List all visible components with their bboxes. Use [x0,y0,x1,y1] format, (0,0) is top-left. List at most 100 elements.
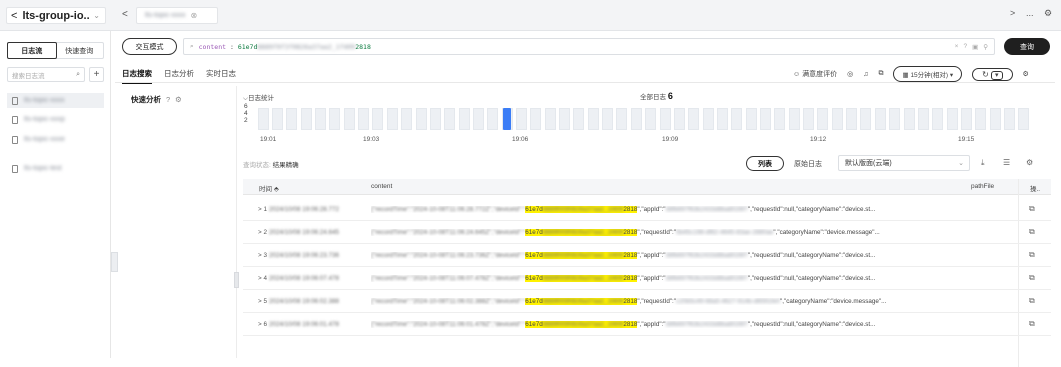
tab-quick-query[interactable]: 快速查询 [56,43,104,58]
x-tick: 19:15 [958,136,975,143]
row-action-icon[interactable]: ⧉ [1029,273,1035,283]
column-header-content[interactable]: content [371,183,392,190]
histogram-slot [989,108,1001,130]
match-hidden: 8889f0f3f0826a37aa2_1f409 [542,321,624,328]
histogram-slot [788,108,800,130]
sidebar-collapse-handle[interactable] [111,252,118,272]
row-action-icon[interactable]: ⧉ [1029,296,1035,306]
histogram-total: 全部日志 6 [640,91,673,101]
time-range-select[interactable]: ▦ 15分钟(相对) ▾ [893,66,963,82]
row-content[interactable]: {"recordTime":"2024-10-08T11:06:07.478Z"… [371,275,966,282]
caret-icon: ▾ [949,72,954,79]
row-action-icon[interactable]: ⧉ [1029,204,1035,214]
histogram-slot [960,108,972,130]
raw-log-button[interactable]: 原始日志 [788,156,828,171]
nav-next-icon[interactable]: > [1010,8,1015,18]
settings-icon[interactable]: ⚙ [175,95,182,104]
row-content-prefix: {"recordTime":"2024-10-08T11:06:02.388Z"… [371,298,526,305]
layout-select[interactable]: 默认版面(云端) ⌄ [838,155,970,171]
expand-icon[interactable]: ⧉ [878,70,883,78]
stream-search-input[interactable]: 搜索日志流 ⌕ [7,67,85,82]
query-keyword: content [198,42,227,51]
save-icon[interactable]: ▣ [972,43,978,51]
close-icon[interactable]: ⊗ [190,11,197,20]
histogram-slot [516,108,527,130]
highlight-match: 61e7d8889f0f3f0826a37aa2_1f4092818 [525,206,638,213]
row-time: 2024/10/08 19:06:07.478 [269,275,340,282]
row-index: 2 [263,229,267,236]
refresh-dropdown-icon[interactable]: ▾ [991,70,1003,80]
table-row[interactable]: > 2 2024/10/08 19:06:24.645 {"recordTime":… [243,221,1051,244]
bell-icon[interactable]: ♫ [863,71,868,78]
refresh-button[interactable]: ↻ ▾ [972,67,1013,81]
row-expand-toggle[interactable]: > 2 [258,229,267,236]
nav-back-icon[interactable]: < [122,9,128,20]
row-action-icon[interactable]: ⧉ [1029,250,1035,260]
row-content[interactable]: {"recordTime":"2024-10-08T11:06:02.388Z"… [371,298,966,305]
panel-collapse-handle[interactable] [234,272,239,288]
stream-label: lts-topic-xxxp [24,116,65,123]
settings-icon[interactable]: ⚙ [1023,70,1029,78]
row-content-tail: ","requestId":null,"categoryName":"devic… [747,206,876,213]
sidebar-stream-item[interactable]: lts-topic-test [7,161,104,176]
refresh-icon: ↻ [982,69,989,79]
sidebar-stream-item[interactable]: lts-topic-xxxp [7,112,104,127]
row-content-key: ","appId":" [637,252,666,259]
row-content[interactable]: {"recordTime":"2024-10-08T11:06:01.478Z"… [371,321,966,328]
column-header-time[interactable]: 时间 ⬘ [259,183,279,193]
match-hidden: 8889f0f3f0826a37aa2_1f409 [542,298,624,305]
table-row[interactable]: > 6 2024/10/08 19:06:01.478 {"recordTime":… [243,313,1051,336]
table-header: 时间 ⬘ content pathFile 操.. [243,179,1051,195]
row-content-prefix: {"recordTime":"2024-10-08T11:06:01.478Z"… [371,321,526,328]
row-expand-toggle[interactable]: > 4 [258,275,267,282]
table-row[interactable]: > 3 2024/10/08 19:06:23.736 {"recordTime":… [243,244,1051,267]
total-count: 6 [667,91,673,101]
column-header-pathfile[interactable]: pathFile [971,183,994,190]
row-content[interactable]: {"recordTime":"2024-10-08T11:06:24.645Z"… [371,229,966,236]
list-view-button[interactable]: 列表 [746,156,784,171]
table-row[interactable]: > 4 2024/10/08 19:06:07.478 {"recordTime":… [243,267,1051,290]
histogram-bar[interactable] [503,108,512,130]
table-row[interactable]: > 1 2024/10/08 19:06:28.772 {"recordTime":… [243,198,1051,221]
share-icon[interactable]: ◎ [847,70,853,78]
satisfaction-rating[interactable]: ☺ 满意度评价 [793,69,837,79]
more-icon[interactable]: ... [1026,8,1034,18]
table-row[interactable]: > 5 2024/10/08 19:06:02.388 {"recordTime":… [243,290,1051,313]
column-settings-icon[interactable]: ☰ [1003,158,1010,167]
row-content[interactable]: {"recordTime":"2024-10-08T11:06:28.772Z"… [371,206,966,213]
sidebar-stream-item[interactable]: lts-topic-xxxx [7,93,104,108]
histogram-title[interactable]: ⌵日志统计 [243,92,274,103]
histogram-chart[interactable] [256,106,1031,132]
row-expand-toggle[interactable]: > 3 [258,252,267,259]
match-suffix: 2818 [623,206,638,213]
row-expand-toggle[interactable]: > 1 [258,206,267,213]
help-icon[interactable]: ? [166,95,170,104]
highlight-match: 61e7d8889f0f3f0826a37aa2_1f4092818 [525,252,638,259]
row-expand-toggle[interactable]: > 6 [258,321,267,328]
sort-icon[interactable]: ⬘ [274,186,279,193]
tab-log-streams[interactable]: 日志流 [7,42,57,59]
log-stream-tab[interactable]: lts-topic-xxxx ⊗ [136,7,218,24]
download-icon[interactable]: ⤓ [981,158,985,168]
row-action-icon[interactable]: ⧉ [1029,227,1035,237]
histogram-slot [487,108,499,130]
interactive-mode-button[interactable]: 交互模式 [122,38,177,55]
back-arrow-icon[interactable]: < [11,10,17,22]
file-icon [12,115,18,124]
toolbar: ☺ 满意度评价 ◎ ♫ ⧉ ▦ 15分钟(相对) ▾ ↻ ▾ ⚙ [793,66,1029,82]
clear-icon[interactable]: × [955,43,959,51]
log-group-selector[interactable]: < lts-group-io.. ⌄ [6,7,106,24]
row-action-icon[interactable]: ⧉ [1029,319,1035,329]
settings-icon[interactable]: ⚙ [1026,158,1033,167]
row-content[interactable]: {"recordTime":"2024-10-08T11:06:23.736Z"… [371,252,966,259]
sidebar-stream-item[interactable]: lts-topic-xxxe [7,132,104,147]
search-button[interactable]: 查询 [1004,38,1050,55]
help-icon[interactable]: ? [963,43,967,51]
row-expand-toggle[interactable]: > 5 [258,298,267,305]
settings-gear-icon[interactable]: ⚙ [1044,8,1052,19]
pin-icon[interactable]: ⚲ [983,43,988,51]
x-tick: 19:01 [260,136,277,143]
query-input[interactable]: ⌕ content : 61e7d8889f0f3f0826a37aa2_1f4… [183,38,995,55]
match-prefix: 61e7d [525,321,543,328]
add-stream-button[interactable]: + [89,67,104,82]
